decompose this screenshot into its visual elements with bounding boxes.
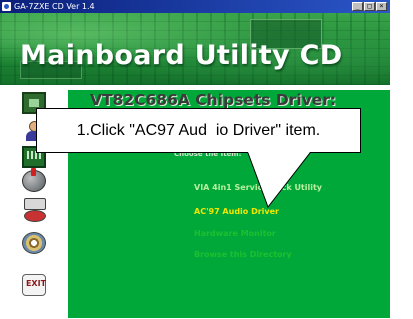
exit-icon: EXIT xyxy=(25,279,47,288)
globe-icon[interactable] xyxy=(22,168,46,192)
instruction-callout: 1.Click "AC97 Aud io Driver" item. xyxy=(36,108,361,153)
exit-button[interactable]: EXIT xyxy=(22,274,46,296)
app-window: GA-7ZXE CD Ver 1.4 _ □ × Mainboard Utili… xyxy=(0,0,390,318)
menu-item-hardware-monitor[interactable]: Hardware Monitor xyxy=(194,229,276,239)
menu-item-browse-directory[interactable]: Browse this Directory xyxy=(194,250,292,260)
title-bar[interactable]: GA-7ZXE CD Ver 1.4 _ □ × xyxy=(0,0,390,13)
cd-icon[interactable] xyxy=(22,232,46,254)
close-button[interactable]: × xyxy=(376,2,387,11)
app-icon xyxy=(2,2,11,11)
manual-icon[interactable] xyxy=(22,198,46,222)
chipset-heading: VT82C686A Chipsets Driver: xyxy=(90,91,337,109)
banner-title: Mainboard Utility CD xyxy=(20,40,343,71)
minimize-button[interactable]: _ xyxy=(352,2,363,11)
window-controls: _ □ × xyxy=(352,2,387,11)
callout-text: 1.Click "AC97 Aud io Driver" item. xyxy=(76,122,321,139)
header-banner: Mainboard Utility CD xyxy=(0,13,390,85)
menu-item-ac97-audio-driver[interactable]: AC'97 Audio Driver xyxy=(194,207,279,217)
menu-item-via-service-pack[interactable]: VIA 4in1 Service Pack Utility xyxy=(194,183,322,193)
window-title: GA-7ZXE CD Ver 1.4 xyxy=(14,2,95,11)
maximize-button[interactable]: □ xyxy=(364,2,375,11)
